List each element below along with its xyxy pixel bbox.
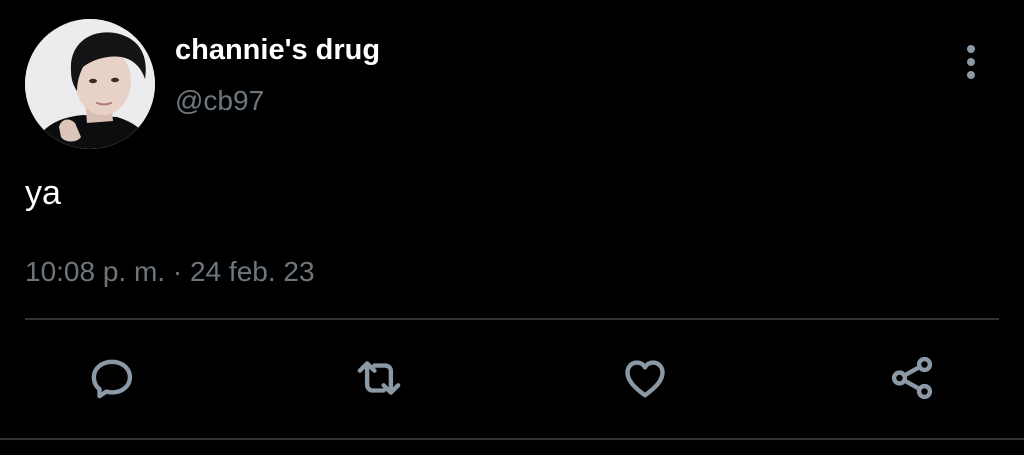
more-options-button[interactable]: [954, 40, 988, 84]
tweet-timestamp: 10:08 p. m. · 24 feb. 23: [25, 254, 315, 290]
meta-separator: ·: [172, 256, 183, 287]
avatar[interactable]: [25, 19, 155, 149]
share-button[interactable]: [880, 346, 944, 410]
display-name[interactable]: channie's drug: [175, 33, 380, 67]
tweet-detail: channie's drug @cb97 ya 10:08 p. m. · 24…: [0, 0, 1024, 455]
tweet-date[interactable]: 24 feb. 23: [190, 256, 315, 287]
profile-photo: [25, 19, 155, 149]
divider: [25, 318, 999, 320]
divider-bottom: [0, 438, 1024, 440]
user-handle[interactable]: @cb97: [175, 84, 264, 118]
retweet-icon: [357, 361, 401, 395]
heart-icon: [625, 360, 665, 398]
reply-icon: [91, 359, 133, 399]
more-vertical-icon: [967, 45, 975, 79]
reply-button[interactable]: [80, 346, 144, 410]
like-button[interactable]: [613, 346, 677, 410]
tweet-time[interactable]: 10:08 p. m.: [25, 256, 165, 287]
retweet-button[interactable]: [347, 346, 411, 410]
tweet-text: ya: [25, 174, 61, 212]
share-icon: [891, 356, 933, 400]
